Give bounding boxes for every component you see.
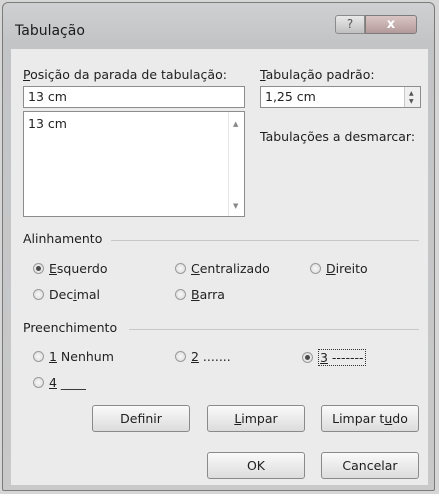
clear-all-button-label: Limpar tudo (332, 411, 408, 426)
radio-label: 1 Nenhum (49, 349, 114, 364)
tab-stop-label: Posição da parada de tabulação: (23, 67, 227, 82)
spin-up-icon[interactable]: ▲ (409, 90, 414, 97)
alignment-legend: Alinhamento (23, 231, 103, 246)
radio-barra[interactable]: Barra (175, 287, 225, 302)
default-tab-spinner[interactable]: 1,25 cm ▲ ▼ (260, 86, 421, 108)
clear-all-button[interactable]: Limpar tudo (321, 405, 419, 432)
radio-label: Centralizado (191, 261, 270, 276)
dialog-body: Posição da parada de tabulação: 13 cm 13… (11, 49, 428, 485)
radio-dot (302, 352, 313, 363)
list-item[interactable]: 13 cm (28, 116, 67, 131)
scroll-up-icon[interactable]: ▲ (233, 120, 238, 128)
radio-label: 2 ....... (191, 349, 231, 364)
close-button[interactable]: x (365, 15, 417, 34)
clear-button-label: Limpar (234, 411, 278, 426)
radio-centralizado[interactable]: Centralizado (175, 261, 270, 276)
cancel-button[interactable]: Cancelar (321, 452, 419, 479)
radio-label: 4 ____ (49, 375, 86, 390)
radio-label: Esquerdo (49, 261, 108, 276)
radio-esquerdo[interactable]: Esquerdo (33, 261, 107, 276)
tabulacao-dialog: Tabulação ? x Posição da parada de tabul… (2, 2, 435, 491)
close-icon: x (386, 17, 396, 32)
dialog-title: Tabulação (15, 23, 85, 39)
radio-decimal[interactable]: Decimal (33, 287, 100, 302)
leader-legend: Preenchimento (23, 320, 118, 335)
ok-button[interactable]: OK (207, 452, 305, 479)
alignment-divider (111, 240, 419, 241)
radio-leader-underline[interactable]: 4 ____ (33, 375, 86, 390)
tab-stop-input[interactable]: 13 cm (23, 86, 245, 108)
radio-dot (33, 377, 44, 388)
default-tab-label-text: abulação padrão: (265, 67, 375, 82)
leader-divider (129, 329, 419, 330)
default-tab-value: 1,25 cm (265, 89, 316, 104)
set-button[interactable]: Definir (92, 405, 190, 432)
clear-tabs-label: Tabulações a desmarcar: (260, 129, 416, 144)
tab-stop-label-text: osição da parada de tabulação: (30, 67, 227, 82)
help-button[interactable]: ? (335, 15, 365, 34)
radio-dot (175, 263, 186, 274)
tab-stop-list[interactable]: 13 cm ▲ ▼ (23, 111, 245, 217)
question-icon: ? (346, 17, 354, 31)
list-scrollbar[interactable]: ▲ ▼ (228, 112, 244, 216)
radio-dot (33, 351, 44, 362)
radio-leader-dots[interactable]: 2 ....... (175, 349, 231, 364)
spin-down-icon[interactable]: ▼ (409, 98, 414, 105)
tab-stop-input-value: 13 cm (28, 89, 67, 104)
radio-label: Direito (326, 261, 368, 276)
radio-leader-none[interactable]: 1 Nenhum (33, 349, 114, 364)
radio-direito[interactable]: Direito (310, 261, 368, 276)
radio-dot (175, 289, 186, 300)
clear-button[interactable]: Limpar (207, 405, 305, 432)
spin-buttons[interactable]: ▲ ▼ (404, 87, 420, 107)
radio-dot (310, 263, 321, 274)
radio-dot (33, 263, 44, 274)
radio-label: 3 ------- (318, 349, 366, 366)
radio-dot (33, 289, 44, 300)
radio-leader-dashes[interactable]: 3 ------- (302, 349, 366, 366)
scroll-down-icon[interactable]: ▼ (233, 202, 238, 210)
radio-dot (175, 351, 186, 362)
set-button-label: Definir (120, 411, 162, 426)
radio-label: Barra (191, 287, 225, 302)
default-tab-label: Tabulação padrão: (260, 67, 375, 82)
radio-label: Decimal (49, 287, 100, 302)
